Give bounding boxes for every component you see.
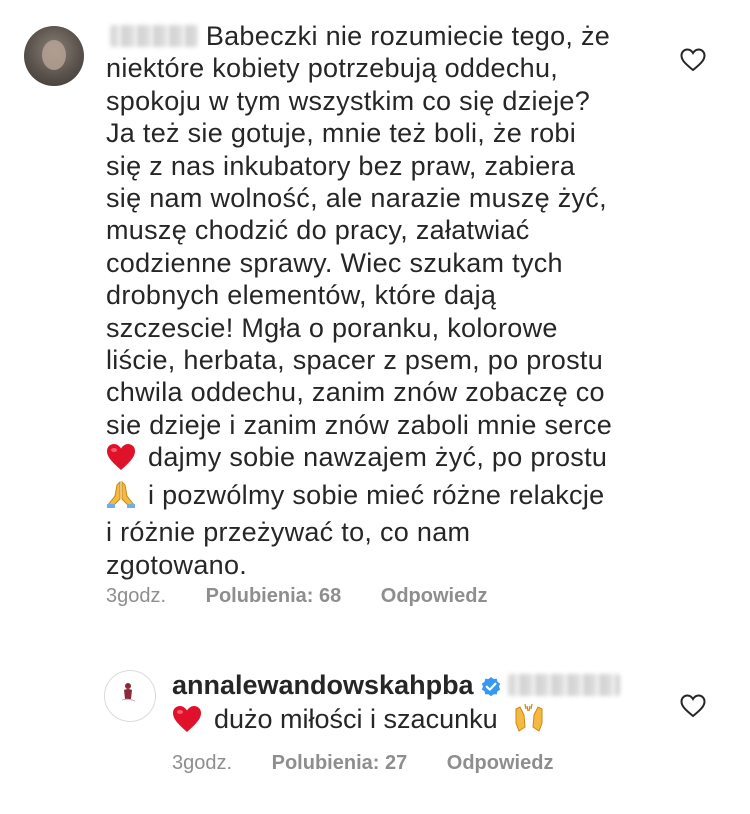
comment-line: się z nas inkubatory bez praw, zabiera <box>106 150 576 181</box>
comment-line: zgotowano. <box>106 549 248 580</box>
comment-text: Babeczki nie rozumiecie tego, że niektór… <box>106 20 686 581</box>
blurred-username[interactable] <box>110 25 198 47</box>
comment-line: Babeczki nie rozumiecie tego, że <box>106 20 686 52</box>
comment-meta: 3godz. Polubienia: 27 Odpowiedz <box>172 752 553 775</box>
comment-line: muszę chodzić do pracy, załatwiać <box>106 215 530 246</box>
reply-button[interactable]: Odpowiedz <box>381 585 488 608</box>
comment-line: drobnych elementów, które dają <box>106 280 497 311</box>
comment-time[interactable]: 3godz. <box>172 752 232 775</box>
username-link[interactable]: annalewandowskahpba <box>172 670 474 700</box>
comment-line: i pozwólmy sobie mieć różne relakcje <box>106 479 686 516</box>
heart-outline-icon[interactable] <box>680 694 706 718</box>
blurred-mention[interactable] <box>507 674 620 696</box>
raising-hands-emoji <box>513 703 545 741</box>
reply-button[interactable]: Odpowiedz <box>447 752 554 775</box>
verified-badge-icon <box>480 672 502 706</box>
comment-line: się nam wolność, ale narazie muszę żyć, <box>106 183 607 214</box>
avatar[interactable] <box>24 26 84 86</box>
reply-header: annalewandowskahpba <box>172 668 620 706</box>
red-heart-emoji <box>172 705 202 741</box>
heart-outline-icon[interactable] <box>680 48 706 72</box>
avatar[interactable] <box>104 670 156 722</box>
comment-line: codzienne sprawy. Wiec szukam tych <box>106 247 563 278</box>
comment-line: sie dzieje i zanim znów zaboli mnie serc… <box>106 409 613 440</box>
comment-line: niektóre kobiety potrzebują oddechu, <box>106 53 559 84</box>
folded-hands-emoji <box>106 479 136 516</box>
comments-panel: Babeczki nie rozumiecie tego, że niektór… <box>0 0 750 814</box>
comment-line: Ja też sie gotuje, mnie też boli, że rob… <box>106 118 577 149</box>
comment-line: chwila oddechu, zanim znów zobaczę co <box>106 377 605 408</box>
comment-line: i różnie przeżywać to, co nam <box>106 517 471 548</box>
likes-count[interactable]: Polubienia: 27 <box>272 752 408 775</box>
comment-line: dajmy sobie nawzajem żyć, po prostu <box>106 441 686 478</box>
comment-line: spokoju w tym wszystkim co się dzieje? <box>106 85 591 116</box>
red-heart-emoji <box>106 443 136 478</box>
comment-line: szczescie! Mgła o poranku, kolorowe <box>106 312 558 343</box>
comment-time[interactable]: 3godz. <box>106 585 166 608</box>
comment-meta: 3godz. Polubienia: 68 Odpowiedz <box>106 585 487 608</box>
likes-count[interactable]: Polubienia: 68 <box>206 585 342 608</box>
comment-text: dużo miłości i szacunku <box>172 702 545 741</box>
comment-line: liście, herbata, spacer z psem, po prost… <box>106 345 604 376</box>
